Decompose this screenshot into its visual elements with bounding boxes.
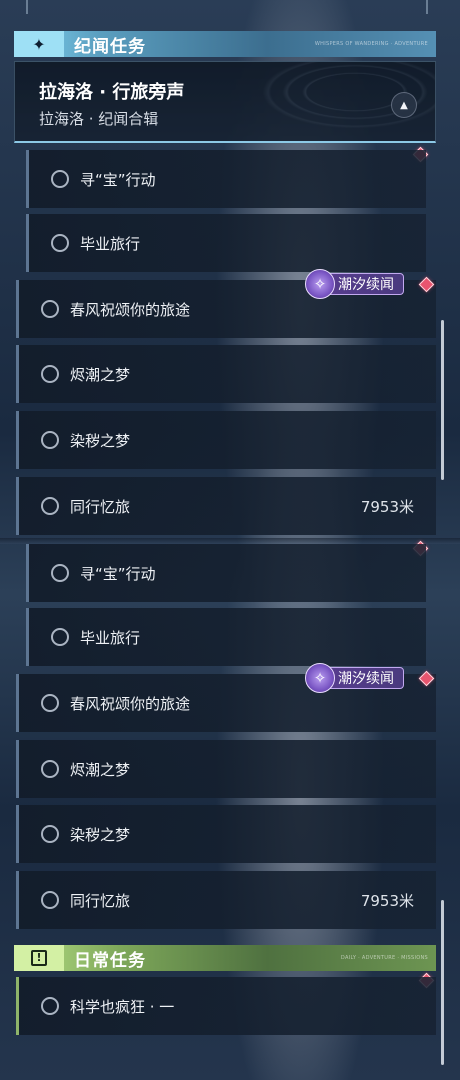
radio-circle-icon	[41, 365, 59, 383]
quest-row[interactable]: 毕业旅行	[26, 608, 426, 666]
radio-circle-icon	[41, 997, 59, 1015]
quest-label: 同行忆旅	[70, 497, 131, 516]
radio-circle-icon	[51, 170, 69, 188]
tide-swirl-icon: ✧	[305, 269, 335, 299]
sparkle-icon: ✦	[14, 31, 64, 57]
tide-continuation-badge: ✧ 潮汐续闻	[305, 663, 404, 693]
series-card[interactable]: 拉海洛 · 行旅旁声 拉海洛 · 纪闻合辑 ▲	[14, 61, 436, 143]
tide-badge-label: 潮汐续闻	[338, 671, 394, 687]
series-subtitle: 拉海洛 · 纪闻合辑	[39, 110, 159, 128]
quest-label: 寻“宝”行动	[80, 564, 156, 583]
quest-row[interactable]: 毕业旅行	[26, 214, 426, 272]
radio-circle-icon	[41, 300, 59, 318]
quest-row[interactable]: 寻“宝”行动	[26, 150, 426, 208]
radio-circle-icon	[51, 628, 69, 646]
quest-row[interactable]: 染秽之梦	[16, 411, 436, 469]
quest-label: 春风祝颂你的旅途	[70, 694, 191, 713]
series-title: 拉海洛 · 行旅旁声	[39, 82, 185, 103]
quest-row[interactable]: 科学也疯狂 · 一	[16, 977, 436, 1035]
quest-row[interactable]: 烬潮之梦	[16, 345, 436, 403]
quest-row[interactable]: 寻“宝”行动	[26, 544, 426, 602]
previous-entry-edge	[26, 0, 428, 14]
quest-label: 科学也疯狂 · 一	[70, 997, 175, 1016]
category-decoration-text: DAILY · ADVENTURE · MISSIONS	[340, 955, 428, 961]
quest-label: 烬潮之梦	[70, 760, 131, 779]
quest-row[interactable]: 同行忆旅 7953米	[16, 871, 436, 929]
quest-row[interactable]: 烬潮之梦	[16, 740, 436, 798]
radio-circle-icon	[51, 564, 69, 582]
radio-circle-icon	[41, 694, 59, 712]
quest-label: 毕业旅行	[80, 628, 141, 647]
radio-circle-icon	[41, 760, 59, 778]
tide-badge-label: 潮汐续闻	[338, 277, 394, 293]
radio-circle-icon	[41, 497, 59, 515]
quest-label: 染秽之梦	[70, 431, 131, 450]
collapse-arrow-icon[interactable]: ▲	[391, 92, 417, 118]
quest-label: 毕业旅行	[80, 234, 141, 253]
quest-label: 烬潮之梦	[70, 365, 131, 384]
quest-row[interactable]: 同行忆旅 7953米	[16, 477, 436, 535]
quest-label: 同行忆旅	[70, 891, 131, 910]
radio-circle-icon	[41, 825, 59, 843]
scrollbar-thumb[interactable]	[441, 320, 444, 480]
category-label: 日常任务	[74, 950, 146, 971]
quest-label: 春风祝颂你的旅途	[70, 300, 191, 319]
scrollbar-thumb[interactable]	[441, 900, 444, 1065]
radio-circle-icon	[41, 431, 59, 449]
quest-distance: 7953米	[360, 497, 414, 516]
quest-distance: 7953米	[360, 891, 414, 910]
tide-continuation-badge: ✧ 潮汐续闻	[305, 269, 404, 299]
quest-label: 寻“宝”行动	[80, 170, 156, 189]
category-header-story[interactable]: ✦ 纪闻任务 WHISPERS OF WANDERING · ADVENTURE	[14, 31, 436, 57]
tide-swirl-icon: ✧	[305, 663, 335, 693]
quest-label: 染秽之梦	[70, 825, 131, 844]
category-decoration-text: WHISPERS OF WANDERING · ADVENTURE	[314, 41, 428, 47]
radio-circle-icon	[51, 234, 69, 252]
category-label: 纪闻任务	[74, 36, 146, 57]
exclamation-icon: !	[14, 945, 64, 971]
category-header-daily[interactable]: ! 日常任务 DAILY · ADVENTURE · MISSIONS	[14, 945, 436, 971]
quest-row[interactable]: 染秽之梦	[16, 805, 436, 863]
radio-circle-icon	[41, 891, 59, 909]
